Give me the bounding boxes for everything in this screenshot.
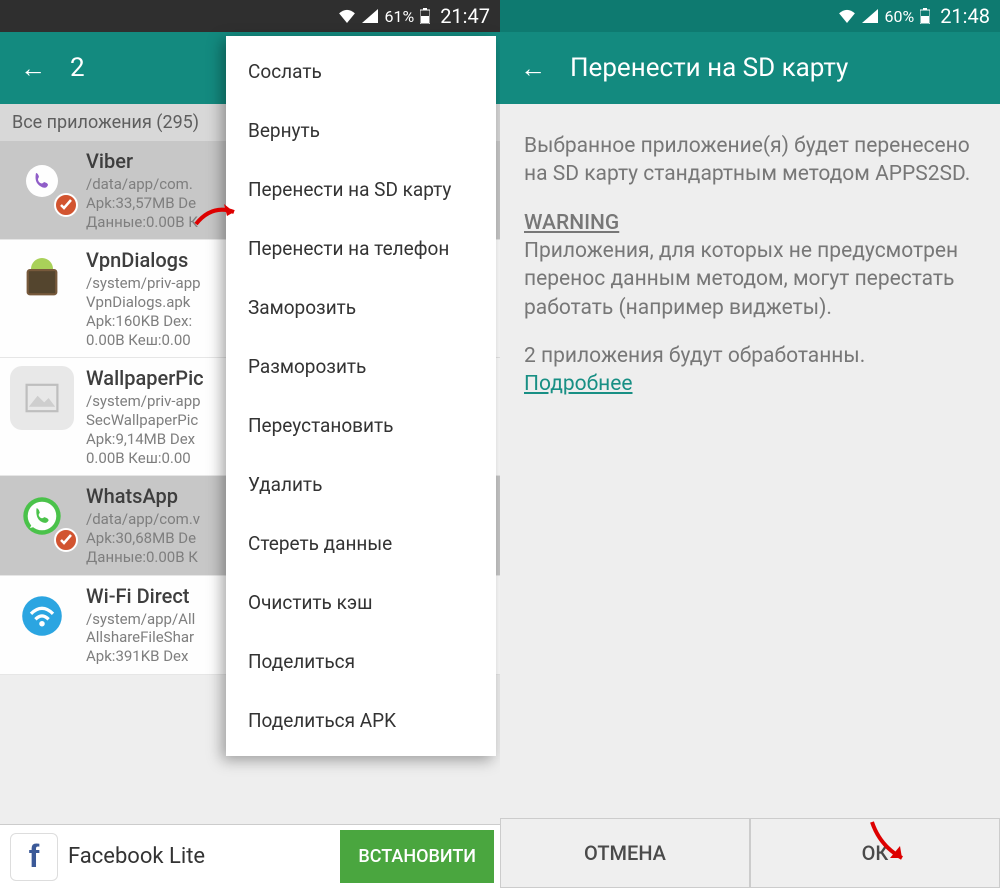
- menu-item[interactable]: Поделиться: [226, 632, 496, 691]
- app-bar: ← Перенести на SD карту: [500, 32, 1000, 104]
- selected-badge-icon: [54, 193, 78, 217]
- status-bar: 60% 21:48: [500, 0, 1000, 32]
- back-icon[interactable]: ←: [20, 53, 46, 84]
- screen-app-list: 61% 21:47 ← 2 Все приложения (295) Viber…: [0, 0, 500, 888]
- menu-item[interactable]: Удалить: [226, 455, 496, 514]
- ok-button[interactable]: ОК: [750, 818, 1000, 888]
- app-bar-title: Перенести на SD карту: [570, 53, 848, 83]
- battery-percent: 60%: [884, 7, 914, 26]
- clock: 21:48: [940, 4, 990, 28]
- battery-icon: [920, 8, 930, 24]
- dialog-button-bar: ОТМЕНА ОК: [500, 818, 1000, 888]
- menu-item[interactable]: Очистить кэш: [226, 573, 496, 632]
- app-bar-title: 2: [70, 53, 85, 83]
- warning-label: WARNING: [524, 211, 619, 235]
- screen-dialog: 60% 21:48 ← Перенести на SD карту Выбран…: [500, 0, 1000, 888]
- battery-icon: [420, 8, 430, 24]
- dialog-paragraph: 2 приложения будут обработанны. Подробне…: [524, 342, 976, 399]
- app-icon: [10, 484, 74, 548]
- wifi-icon: [838, 9, 856, 23]
- menu-item[interactable]: Переустановить: [226, 396, 496, 455]
- menu-item[interactable]: Перенести на телефон: [226, 219, 496, 278]
- menu-item[interactable]: Перенести на SD карту: [226, 160, 496, 219]
- signal-icon: [862, 9, 878, 23]
- menu-item[interactable]: Поделиться APK: [226, 691, 496, 750]
- menu-item[interactable]: Сослать: [226, 42, 496, 101]
- dialog-warning: WARNING Приложения, для которых не преду…: [524, 209, 976, 322]
- app-icon: [10, 366, 74, 430]
- menu-item[interactable]: Заморозить: [226, 278, 496, 337]
- back-icon[interactable]: ←: [520, 53, 546, 84]
- dialog-paragraph: Выбранное приложение(я) будет перенесено…: [524, 132, 976, 189]
- app-icon: [10, 248, 74, 312]
- install-button[interactable]: ВСТАНОВИТИ: [340, 830, 494, 883]
- selected-badge-icon: [54, 528, 78, 552]
- battery-percent: 61%: [384, 7, 414, 26]
- ad-text: Facebook Lite: [68, 844, 340, 869]
- status-bar: 61% 21:47: [0, 0, 500, 32]
- facebook-icon: f: [10, 833, 58, 881]
- cancel-button[interactable]: ОТМЕНА: [500, 818, 750, 888]
- menu-item[interactable]: Разморозить: [226, 337, 496, 396]
- dialog-body: Выбранное приложение(я) будет перенесено…: [500, 104, 1000, 818]
- clock: 21:47: [440, 4, 490, 28]
- dialog-paragraph: Приложения, для которых не предусмотрен …: [524, 239, 958, 320]
- app-icon: [10, 584, 74, 648]
- menu-item[interactable]: Вернуть: [226, 101, 496, 160]
- details-link[interactable]: Подробнее: [524, 372, 633, 396]
- wifi-icon: [338, 9, 356, 23]
- menu-item[interactable]: Стереть данные: [226, 514, 496, 573]
- app-icon: [10, 149, 74, 213]
- context-menu: СослатьВернутьПеренести на SD картуПерен…: [226, 36, 496, 756]
- signal-icon: [362, 9, 378, 23]
- ad-banner[interactable]: f Facebook Lite ВСТАНОВИТИ: [0, 824, 500, 888]
